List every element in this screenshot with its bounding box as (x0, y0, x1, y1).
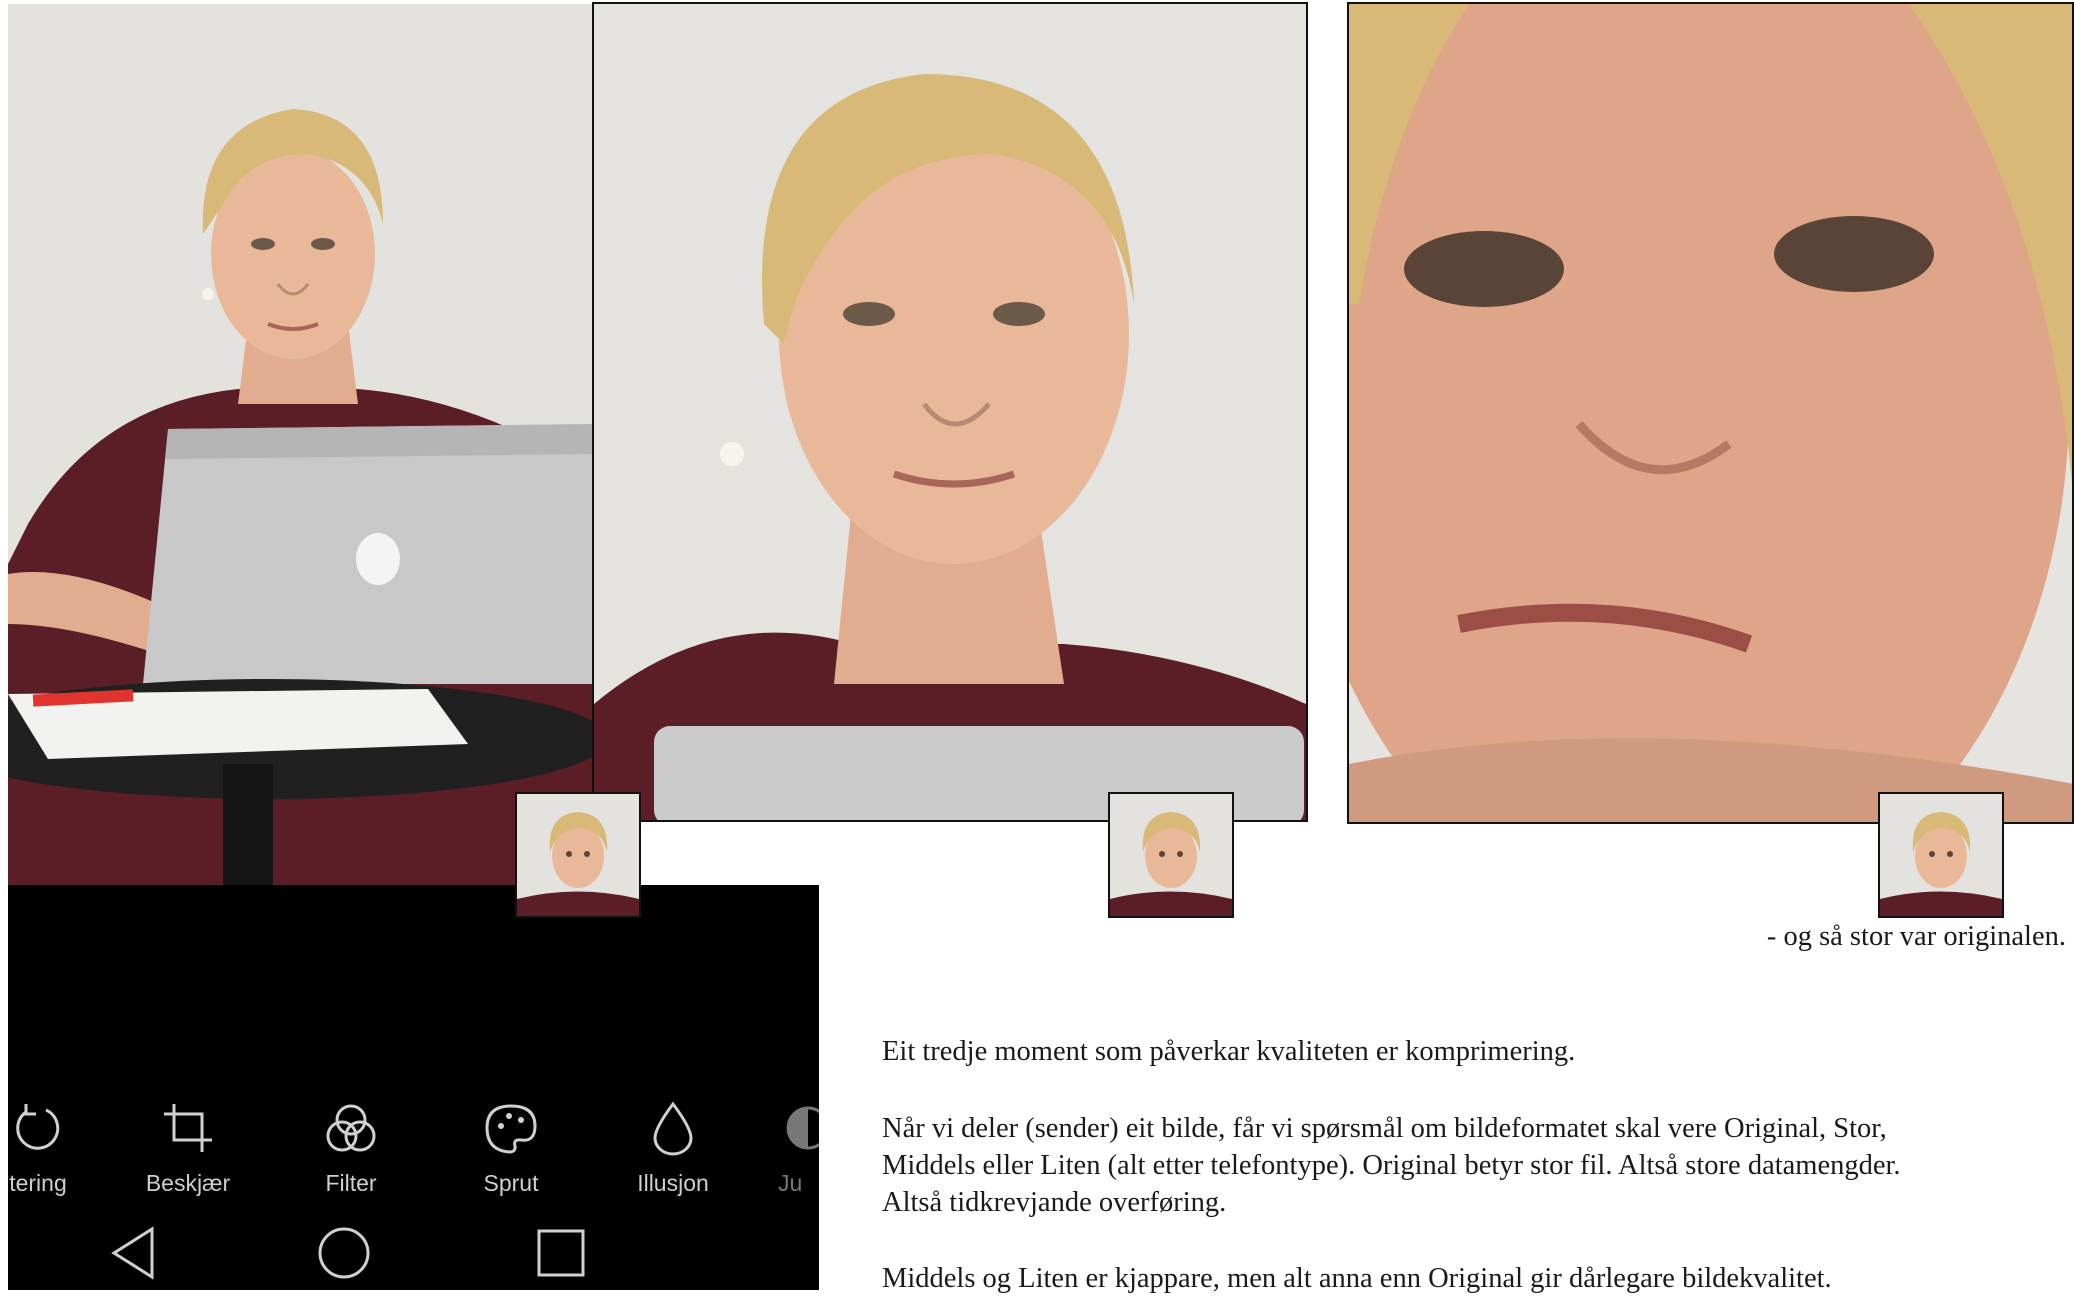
tool-sprut[interactable]: Sprut (451, 1100, 571, 1197)
home-circle-icon[interactable] (316, 1225, 372, 1281)
tool-illusjon-label: Illusjon (637, 1170, 709, 1196)
tool-illusjon[interactable]: Illusjon (608, 1100, 738, 1197)
caption-original-size: - og så stor var originalen. (1766, 921, 2066, 952)
tool-filter[interactable]: Filter (291, 1100, 411, 1197)
back-triangle-icon[interactable] (108, 1225, 158, 1281)
tool-crop[interactable]: Beskjær (128, 1100, 248, 1197)
tool-sprut-label: Sprut (483, 1170, 539, 1196)
adjust-icon (786, 1106, 819, 1150)
tool-ju[interactable]: Ju (778, 1100, 819, 1197)
tool-rotation[interactable]: tering (8, 1100, 88, 1197)
filter-icon (326, 1104, 376, 1152)
photo-full (8, 4, 594, 886)
thumbnail-original-2 (1108, 792, 1234, 918)
photo-medium-zoom (592, 2, 1308, 822)
photo-large-zoom (1347, 2, 2074, 824)
tool-ju-label: Ju (778, 1170, 803, 1196)
editor-toolbar: tering Beskjær Filter Sprut Illusjon Ju (8, 885, 819, 1290)
thumbnail-original-3 (1878, 792, 2004, 918)
tool-filter-label: Filter (325, 1170, 377, 1196)
paragraph-2-line-1: Når vi deler (sender) eit bilde, får vi … (882, 1113, 1887, 1144)
paragraph-2-line-3: Altså tidkrevjande overføring. (882, 1187, 1227, 1218)
tool-crop-label: Beskjær (145, 1170, 231, 1196)
crop-icon (164, 1104, 212, 1152)
drop-icon (653, 1101, 693, 1156)
thumbnail-original-1 (515, 792, 641, 918)
palette-icon (485, 1104, 537, 1154)
recents-square-icon[interactable] (536, 1228, 586, 1278)
paragraph-3: Middels og Liten er kjappare, men alt an… (882, 1263, 1832, 1294)
paragraph-2-line-2: Middels eller Liten (alt etter telefonty… (882, 1150, 1901, 1181)
tool-rotation-label: tering (9, 1170, 67, 1196)
rotate-icon (16, 1104, 60, 1150)
paragraph-1: Eit tredje moment som påverkar kvalitete… (882, 1036, 1576, 1067)
